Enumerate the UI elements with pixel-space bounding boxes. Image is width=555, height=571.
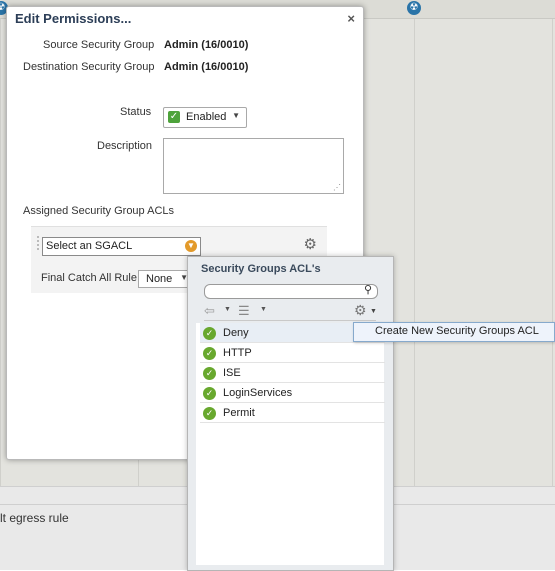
chevron-down-icon[interactable]: ▼ [185,240,197,252]
chevron-down-icon[interactable]: ▼ [370,308,377,315]
final-catch-all-dropdown[interactable]: None ▼ [138,270,192,288]
gear-icon[interactable]: ⚙ [354,302,367,319]
radiation-icon: ☢ [407,1,421,15]
search-input[interactable]: ⚲ [204,284,378,299]
create-sgacl-menu-item[interactable]: Create New Security Groups ACL [353,322,555,342]
status-label: Status [120,106,152,118]
check-circle-icon: ✓ [203,347,216,360]
check-circle-icon: ✓ [203,327,216,340]
divider [204,320,376,321]
list-item[interactable]: ✓ Permit [200,403,385,423]
description-textarea[interactable]: ⋰ [163,138,344,194]
egress-rule-text: lt egress rule [0,511,69,525]
source-group-value: Admin (16/0010) [164,39,249,51]
close-icon[interactable]: × [347,11,355,26]
list-item-label: Permit [223,407,255,419]
sgacl-select[interactable]: Select an SGACL ▼ [42,237,201,256]
check-circle-icon: ✓ [203,367,216,380]
list-item[interactable]: ✓ LoginServices [200,383,385,403]
gear-icon[interactable]: ⚙ [304,235,317,253]
status-value: Enabled [186,111,227,123]
final-catch-all-label: Final Catch All Rule [41,272,137,284]
description-label: Description [97,140,153,152]
chevron-down-icon[interactable]: ▼ [224,306,231,313]
list-item[interactable]: ✓ ISE [200,363,385,383]
back-arrow-icon[interactable]: ⇦ [204,303,215,319]
check-icon: ✓ [168,111,180,123]
dialog-title: Edit Permissions... [15,11,132,26]
list-item-label: LoginServices [223,387,293,399]
status-dropdown[interactable]: ✓ Enabled ▼ [163,107,247,128]
chevron-down-icon[interactable]: ▼ [260,306,267,313]
destination-group-value: Admin (16/0010) [164,61,249,73]
check-circle-icon: ✓ [203,407,216,420]
list-item[interactable]: ✓ HTTP [200,343,385,363]
check-circle-icon: ✓ [203,387,216,400]
chevron-down-icon: ▼ [232,111,240,120]
list-item-label: HTTP [223,347,252,359]
source-group-label: Source Security Group [43,39,155,51]
list-item-label: Deny [223,327,249,339]
list-icon[interactable]: ☰ [238,303,250,319]
popup-title: Security Groups ACL's [201,263,321,275]
sgacl-list: ✓ Deny ✓ HTTP ✓ ISE ✓ LoginServices ✓ Pe… [196,323,385,565]
resize-grip-icon[interactable]: ⋰ [333,183,341,192]
sgacl-picker-popup: Security Groups ACL's ⚲ ⇦ ▼ ☰ ▼ ⚙ ▼ ✓ De… [187,256,394,571]
list-item-label: ISE [223,367,241,379]
assigned-acls-heading: Assigned Security Group ACLs [23,205,175,217]
final-catch-all-value: None [146,273,173,285]
sgacl-select-placeholder: Select an SGACL [46,240,133,252]
destination-group-label: Destination Security Group [23,61,155,73]
menu-item-label: Create New Security Groups ACL [375,325,539,337]
search-icon[interactable]: ⚲ [364,283,372,296]
